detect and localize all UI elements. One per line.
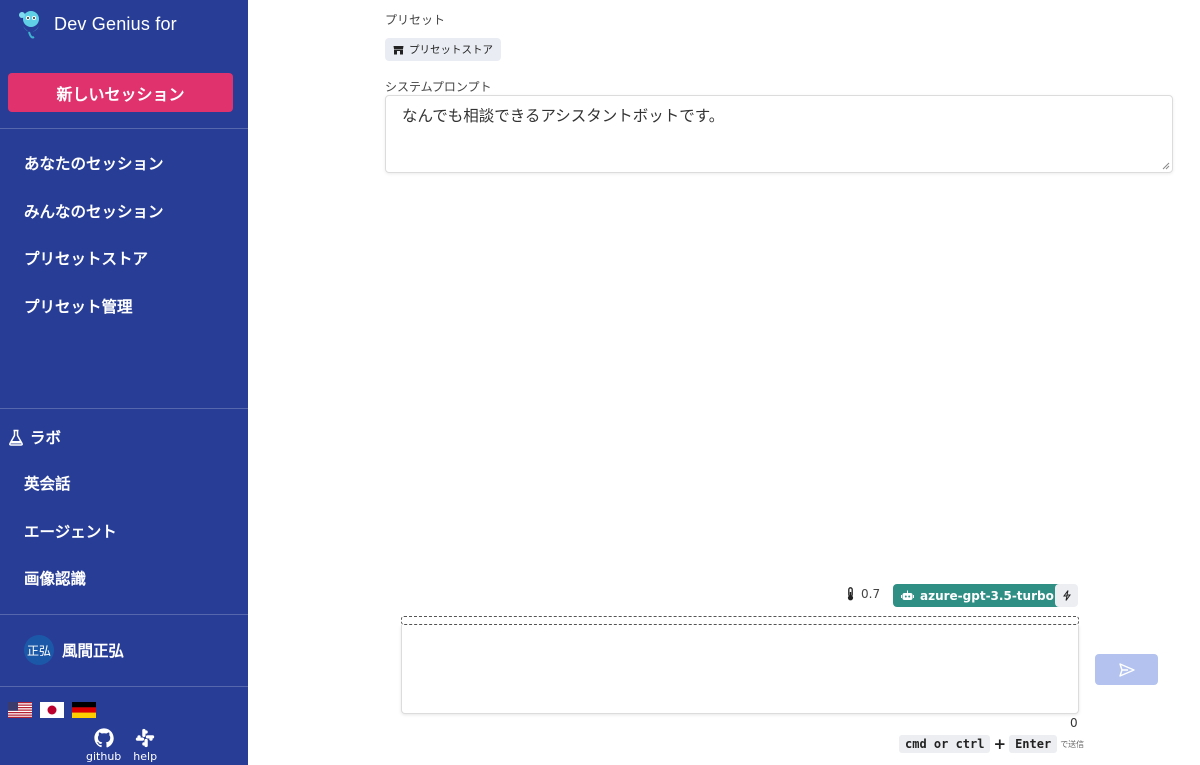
flask-icon — [9, 429, 23, 446]
nav-english-conversation[interactable]: 英会話 — [24, 472, 71, 494]
divider — [0, 686, 248, 687]
user-profile[interactable]: 正弘 風間正弘 — [24, 635, 124, 665]
send-shortcut-hint: cmd or ctrl + Enter で送信 — [899, 735, 1084, 753]
github-link[interactable]: github — [86, 727, 121, 763]
kbd-modifier: cmd or ctrl — [899, 735, 991, 753]
lab-title: ラボ — [30, 429, 62, 447]
genie-logo-icon — [19, 11, 39, 39]
brand-title: Dev Genius for — [54, 13, 177, 34]
file-drop-zone[interactable] — [401, 616, 1079, 625]
resize-grip-icon[interactable] — [1162, 162, 1170, 170]
model-name: azure-gpt-3.5-turbo — [920, 588, 1054, 603]
sidebar: Dev Genius for 新しいセッション あなたのセッション みんなのセッ… — [0, 0, 248, 765]
github-label: github — [86, 750, 122, 763]
shortcut-hint-text: で送信 — [1060, 739, 1085, 749]
user-name: 風間正弘 — [62, 642, 125, 660]
divider — [0, 408, 248, 409]
jp-flag-icon[interactable] — [40, 702, 64, 718]
nav-everyone-sessions[interactable]: みんなのセッション — [24, 200, 164, 222]
lightning-icon — [1062, 590, 1071, 601]
brand[interactable]: Dev Genius for — [16, 8, 177, 40]
preset-store-button[interactable]: プリセットストア — [385, 38, 501, 61]
kbd-plus: + — [993, 735, 1007, 753]
new-session-button[interactable]: 新しいセッション — [8, 73, 233, 112]
model-selector[interactable]: azure-gpt-3.5-turbo — [893, 584, 1062, 607]
divider — [0, 128, 248, 129]
avatar: 正弘 — [24, 635, 54, 665]
slack-icon — [136, 728, 155, 748]
lab-heading: ラボ — [8, 426, 61, 448]
us-flag-icon[interactable] — [8, 702, 32, 718]
footer-links: github help — [86, 727, 157, 763]
nav-preset-store[interactable]: プリセットストア — [24, 247, 148, 269]
robot-icon — [901, 590, 914, 600]
temperature-value: 0.7 — [861, 587, 881, 601]
nav-image-recognition[interactable]: 画像認識 — [24, 567, 86, 589]
nav-your-sessions[interactable]: あなたのセッション — [24, 152, 164, 174]
flash-button[interactable] — [1055, 584, 1078, 607]
store-icon — [393, 45, 404, 54]
help-label: help — [133, 750, 158, 763]
temperature-control[interactable]: 0.7 — [846, 587, 880, 601]
send-button[interactable] — [1095, 654, 1158, 685]
preset-store-button-label: プリセットストア — [409, 44, 493, 56]
nav-preset-management[interactable]: プリセット管理 — [24, 295, 133, 317]
de-flag-icon[interactable] — [72, 702, 96, 718]
nav-agent[interactable]: エージェント — [24, 520, 117, 542]
kbd-enter: Enter — [1009, 735, 1058, 753]
preset-label: プリセット — [385, 13, 446, 27]
character-count: 0 — [1070, 716, 1078, 730]
send-icon — [1118, 662, 1135, 677]
system-prompt-text: なんでも相談できるアシスタントボットです。 — [402, 107, 725, 125]
language-switcher — [8, 702, 96, 718]
github-icon — [94, 728, 114, 748]
chat-input[interactable] — [401, 625, 1079, 714]
system-prompt-textarea[interactable]: なんでも相談できるアシスタントボットです。 — [385, 95, 1173, 173]
thermometer-icon — [847, 587, 854, 601]
system-prompt-label: システムプロンプト — [385, 80, 492, 94]
help-link[interactable]: help — [133, 727, 157, 763]
divider — [0, 614, 248, 615]
